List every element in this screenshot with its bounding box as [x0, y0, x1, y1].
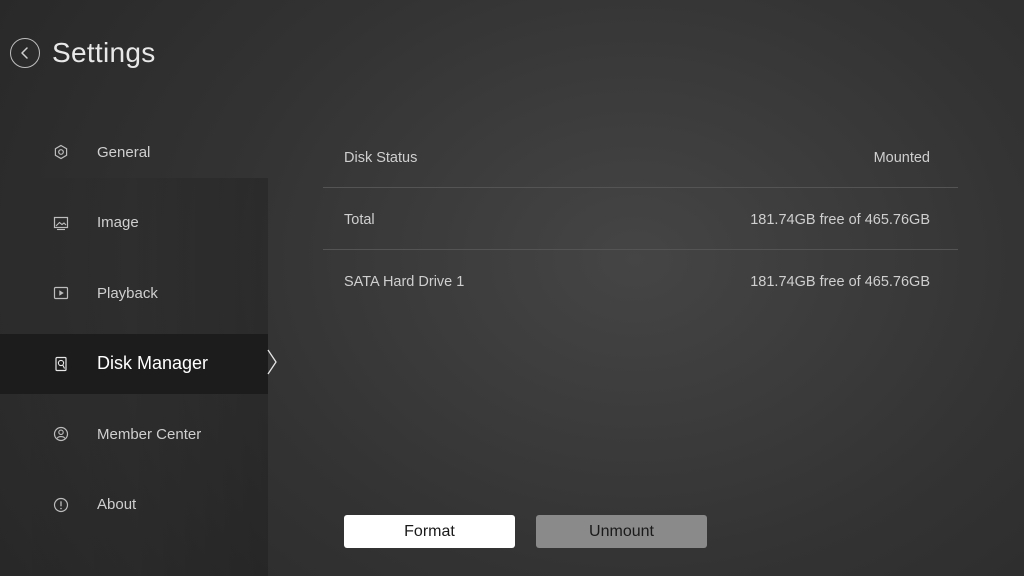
sidebar-item-playback[interactable]: Playback: [0, 263, 268, 323]
page-title: Settings: [52, 37, 156, 68]
chevron-right-icon: [267, 349, 277, 375]
disk-status-value: Mounted: [873, 150, 930, 166]
sidebar-item-image[interactable]: Image: [0, 193, 268, 253]
user-icon: [52, 425, 70, 443]
sata-drive-row: SATA Hard Drive 1 181.74GB free of 465.7…: [323, 250, 958, 312]
disk-icon: [52, 355, 70, 373]
disk-info-panel: Disk Status Mounted Total 181.74GB free …: [323, 126, 958, 312]
gear-icon: [52, 143, 70, 161]
play-icon: [52, 284, 70, 302]
sidebar-item-about[interactable]: About: [0, 475, 268, 535]
sidebar-item-member-center[interactable]: Member Center: [0, 404, 268, 464]
settings-sidebar: General Image Playback Disk Manager Memb…: [0, 122, 268, 545]
sata-drive-label: SATA Hard Drive 1: [344, 274, 465, 290]
total-value: 181.74GB free of 465.76GB: [750, 212, 930, 228]
format-button[interactable]: Format: [344, 515, 515, 548]
chevron-left-icon: [21, 47, 28, 59]
page-header: Settings: [10, 36, 156, 70]
sata-drive-value: 181.74GB free of 465.76GB: [750, 274, 930, 290]
sidebar-item-label: General: [97, 143, 151, 161]
sidebar-item-general[interactable]: General: [0, 122, 268, 182]
sidebar-item-label: Member Center: [97, 425, 202, 443]
total-row: Total 181.74GB free of 465.76GB: [323, 188, 958, 250]
disk-status-row: Disk Status Mounted: [323, 126, 958, 188]
disk-status-label: Disk Status: [344, 150, 418, 166]
back-button[interactable]: [10, 38, 40, 68]
total-label: Total: [344, 212, 375, 228]
sidebar-item-label: Playback: [97, 284, 158, 302]
sidebar-item-disk-manager[interactable]: Disk Manager: [0, 333, 268, 394]
sidebar-item-label: Image: [97, 214, 139, 231]
sidebar-item-label: Disk Manager: [97, 353, 209, 373]
sidebar-item-label: About: [97, 496, 137, 513]
unmount-button[interactable]: Unmount: [536, 515, 707, 548]
info-icon: [52, 496, 70, 514]
image-icon: [52, 214, 70, 232]
